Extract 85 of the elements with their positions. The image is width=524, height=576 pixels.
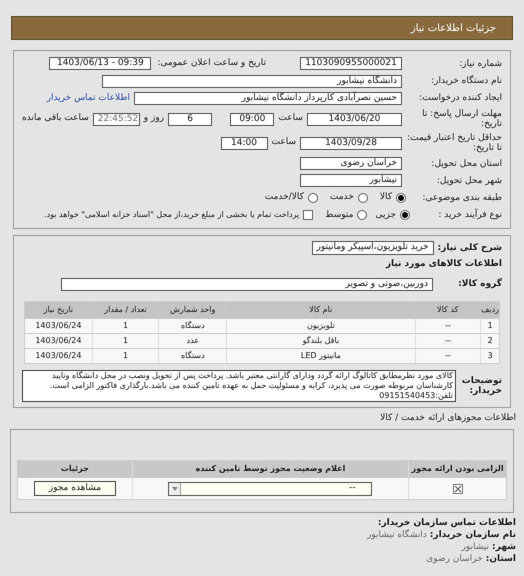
permits-title: اطلاعات مجوزهای ارائه خدمت / کالا bbox=[379, 412, 516, 424]
radio-button[interactable] bbox=[400, 210, 410, 220]
text-field[interactable]: 1403/06/13 - 09:39 bbox=[49, 57, 152, 70]
field-label: پرداخت تمام یا بخشی از مبلغ خرید،از محل "اسناد خزانه اسلامی" خواهد بود. bbox=[44, 209, 300, 222]
field-label: حداقل تاریخ اعتبار قیمت: تا تاریخ: bbox=[406, 133, 502, 153]
text-field[interactable]: 1403/06/20 bbox=[306, 112, 402, 126]
table-cell: مانیتور LED bbox=[227, 348, 415, 362]
table-cell: 1 bbox=[481, 318, 499, 332]
table-cell: 1 bbox=[92, 348, 158, 362]
field-label: تاریخ و ساعت اعلان عمومی: bbox=[157, 57, 266, 70]
text-field[interactable]: دوربین،صوتی و تصویر bbox=[61, 278, 433, 290]
text-field[interactable]: حسین نصرآبادی کارپرداز دانشگاه نیشابور bbox=[134, 92, 402, 105]
table-cell: دستگاه bbox=[159, 348, 226, 362]
table-cell: عدد bbox=[159, 334, 226, 348]
table-cell: 2 bbox=[481, 334, 499, 348]
buyer-contact-link[interactable]: اطلاعات تماس خریدار bbox=[46, 92, 130, 105]
field-label: کالا bbox=[380, 191, 392, 204]
radio-button[interactable] bbox=[358, 192, 368, 203]
field-label: ساعت bbox=[272, 136, 296, 150]
contact-label: استان: bbox=[486, 553, 516, 565]
column-header: نام کالا bbox=[227, 302, 414, 318]
field-label: توضیحات خریدار: bbox=[460, 376, 502, 396]
contact-title: اطلاعات تماس سازمان خریدار: bbox=[376, 517, 516, 529]
radio-button[interactable] bbox=[308, 192, 318, 203]
section-title: اطلاعات کالاهای مورد نیاز bbox=[384, 258, 502, 271]
text-field[interactable]: 1403/09/28 bbox=[300, 136, 402, 150]
field-label: روز و bbox=[144, 112, 164, 126]
text-field[interactable]: 14:00 bbox=[220, 136, 268, 150]
field-label: نوع فرآیند خرید : bbox=[437, 210, 502, 220]
column-header: کد کالا bbox=[415, 302, 480, 318]
field-label: خدمت bbox=[330, 191, 354, 204]
field-label: ایجاد کننده درخواست: bbox=[418, 93, 502, 104]
contact-value: نیشابور bbox=[462, 541, 489, 553]
field-label: شماره نیاز: bbox=[458, 58, 502, 69]
text-field[interactable]: 09:00 bbox=[230, 112, 274, 126]
contact-value: دانشگاه نیشابور bbox=[366, 529, 427, 541]
page-title: جزئیات اطلاعات نیاز bbox=[410, 22, 496, 36]
field-label: شرح کلی نیاز: bbox=[438, 243, 502, 253]
status-dropdown[interactable]: -- bbox=[168, 482, 372, 496]
field-label: ساعت باقی مانده bbox=[22, 112, 89, 126]
table-cell: 1 bbox=[92, 334, 158, 348]
table-cell: 3 bbox=[481, 348, 499, 362]
column-header: ردیف bbox=[481, 302, 499, 318]
table-cell: 1403/06/24 bbox=[25, 348, 92, 362]
text-field[interactable]: 1103090955000021 bbox=[300, 57, 402, 70]
radio-button[interactable] bbox=[357, 210, 368, 220]
field-label: شهر محل تحویل: bbox=[436, 176, 502, 186]
text-field[interactable]: خراسان رضوی bbox=[300, 157, 402, 170]
table-cell: -- bbox=[416, 318, 480, 332]
checkbox[interactable] bbox=[303, 210, 314, 220]
text-field[interactable]: 6 bbox=[168, 112, 212, 126]
field-label: ساعت bbox=[278, 112, 303, 126]
column-header: واحد شمارش bbox=[159, 302, 226, 318]
buyer-notes: کالای مورد نظرمطابق کاتالوگ ارائه گردد ودارای گارانتی معتبر باشد. پرداخت پس از تحویل ونصب در محل دانشگاه وتایید کارشناسان مربوطه صورت می پذیرد، کرایه و مسئولیت حمل به عهده تامین کننده می باشد.بارگذاری فاکتور الزامی است. تلفن:09151540453 bbox=[22, 370, 456, 402]
table-cell: دستگاه bbox=[159, 318, 226, 332]
table-cell: 1403/06/24 bbox=[25, 334, 92, 348]
dropdown-value: -- bbox=[348, 482, 356, 495]
field-label: کالا/خدمت bbox=[264, 191, 304, 204]
field-label: مهلت ارسال پاسخ: تا تاریخ: bbox=[421, 109, 502, 129]
field-label: متوسط bbox=[325, 208, 354, 222]
field-label: گروه کالا: bbox=[457, 279, 502, 289]
column-header: جزئیات bbox=[18, 461, 132, 477]
column-header: تعداد / مقدار bbox=[92, 302, 158, 318]
contact-value: خراسان رضوی bbox=[426, 553, 483, 565]
field-label: استان محل تحویل: bbox=[430, 158, 502, 168]
contact-label: نام سازمان خریدار: bbox=[430, 529, 516, 541]
table-cell: -- bbox=[416, 348, 480, 362]
contact-label: شهر: bbox=[492, 541, 516, 553]
table-cell: تلویزیون bbox=[227, 318, 415, 332]
countdown-field[interactable]: 22:45:52 bbox=[92, 112, 140, 126]
radio-button[interactable] bbox=[396, 192, 406, 203]
view-permit-button[interactable]: مشاهده مجوز bbox=[34, 481, 116, 496]
column-header: اعلام وضعیت مجوز توسط تامین کننده bbox=[132, 461, 408, 477]
table-cell: 1403/06/24 bbox=[25, 318, 92, 332]
field-label: طبقه بندی موضوعی: bbox=[421, 192, 502, 203]
summary-field[interactable]: خرید تلویزیون،اسپیکر ومانیتور bbox=[312, 241, 434, 255]
column-header: تاریخ نیاز bbox=[25, 302, 92, 318]
field-label: نام دستگاه خریدار: bbox=[430, 76, 502, 86]
text-field[interactable]: دانشگاه نیشابور bbox=[102, 74, 402, 88]
table-cell: باقل بلندگو bbox=[227, 334, 415, 348]
text-field[interactable]: نیشابور bbox=[300, 174, 402, 187]
field-label: جزیی bbox=[375, 208, 396, 222]
table-cell: -- bbox=[416, 334, 480, 348]
column-header: الزامی بودن ارائه مجوز bbox=[409, 461, 506, 477]
table-cell: 1 bbox=[92, 318, 158, 332]
